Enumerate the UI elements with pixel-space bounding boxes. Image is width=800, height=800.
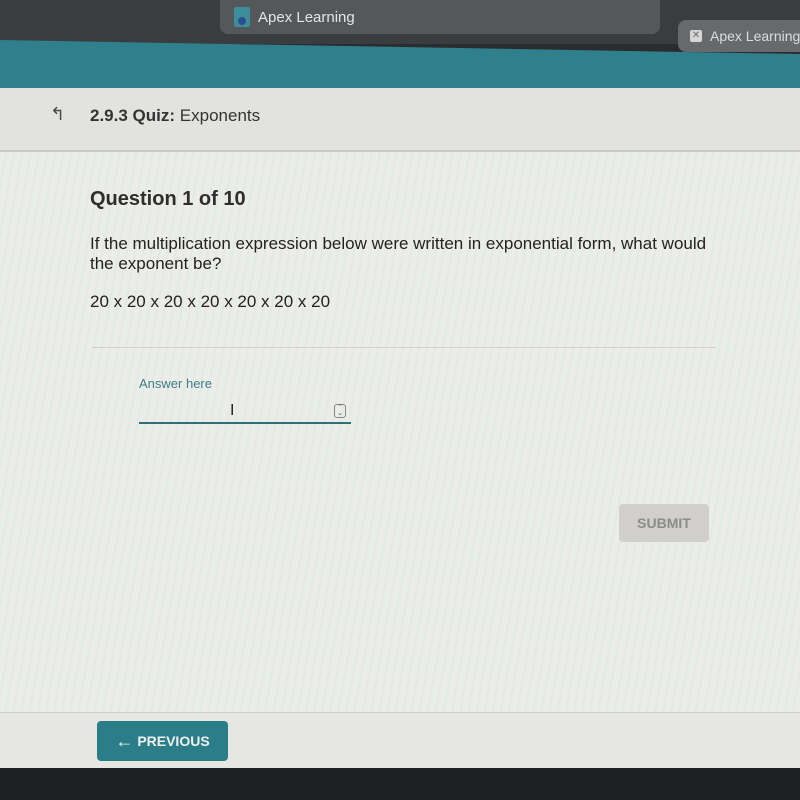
answer-label: Answer here [139,376,212,391]
quiz-footer: ← PREVIOUS [0,712,800,769]
back-arrow-icon[interactable]: ↰ [50,104,65,125]
screen-bezel [0,768,800,800]
submit-button[interactable]: SUBMIT [619,504,709,542]
previous-button[interactable]: ← PREVIOUS [97,721,228,761]
quiz-header: ↰ 2.9.3 Quiz: Exponents [0,88,800,152]
previous-label: PREVIOUS [137,733,210,749]
section-number: 2.9.3 [90,106,128,125]
tab-title: Apex Learning [258,8,355,26]
quiz-page: ↰ 2.9.3 Quiz: Exponents Question 1 of 10… [0,88,800,769]
question-text: If the multiplication expression below w… [90,234,707,273]
question-area: Question 1 of 10 If the multiplication e… [0,152,800,712]
apex-logo-icon [234,7,250,27]
text-cursor-icon: I [230,402,235,419]
number-spinner-icon[interactable]: ⌃ ⌄ [334,404,346,418]
question-expression: 20 x 20 x 20 x 20 x 20 x 20 x 20 [90,292,331,311]
arrow-left-icon: ← [115,730,134,751]
browser-tab-active[interactable]: Apex Learning [220,0,660,34]
tab-title: Apex Learning [710,28,800,44]
divider [92,347,716,348]
answer-input[interactable] [139,392,351,424]
question-number: Question 1 of 10 [90,188,246,210]
quiz-type: Quiz: [132,106,176,125]
browser-tab-inactive[interactable]: ✕ Apex Learning [678,20,800,52]
browser-tab-bar: Apex Learning ✕ Apex Learning [0,0,800,52]
quiz-title: Exponents [179,106,261,125]
breadcrumb: 2.9.3 Quiz: Exponents [90,106,260,126]
close-icon[interactable]: ✕ [690,30,702,42]
